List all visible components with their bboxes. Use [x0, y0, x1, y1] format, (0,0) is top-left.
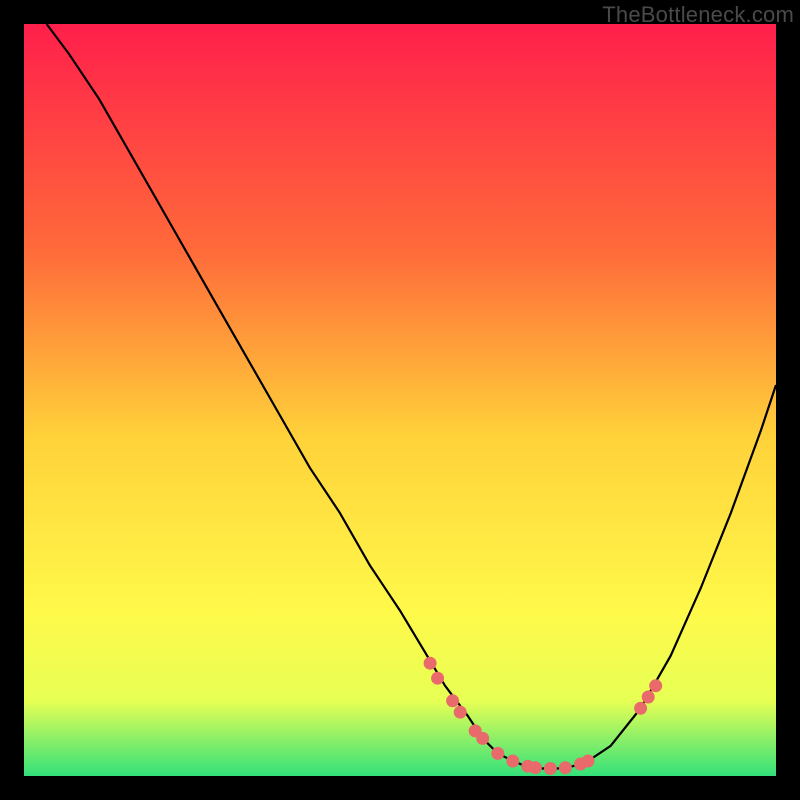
data-point: [529, 761, 542, 774]
data-point: [559, 761, 572, 774]
chart-frame: [24, 24, 776, 776]
data-point: [544, 762, 557, 775]
data-point: [491, 747, 504, 760]
bottleneck-chart: [24, 24, 776, 776]
gradient-background: [24, 24, 776, 776]
data-point: [446, 694, 459, 707]
data-point: [582, 755, 595, 768]
data-point: [476, 732, 489, 745]
data-point: [454, 706, 467, 719]
data-point: [431, 672, 444, 685]
data-point: [506, 755, 519, 768]
watermark-text: TheBottleneck.com: [602, 2, 794, 28]
data-point: [649, 679, 662, 692]
data-point: [424, 657, 437, 670]
data-point: [642, 691, 655, 704]
data-point: [634, 702, 647, 715]
